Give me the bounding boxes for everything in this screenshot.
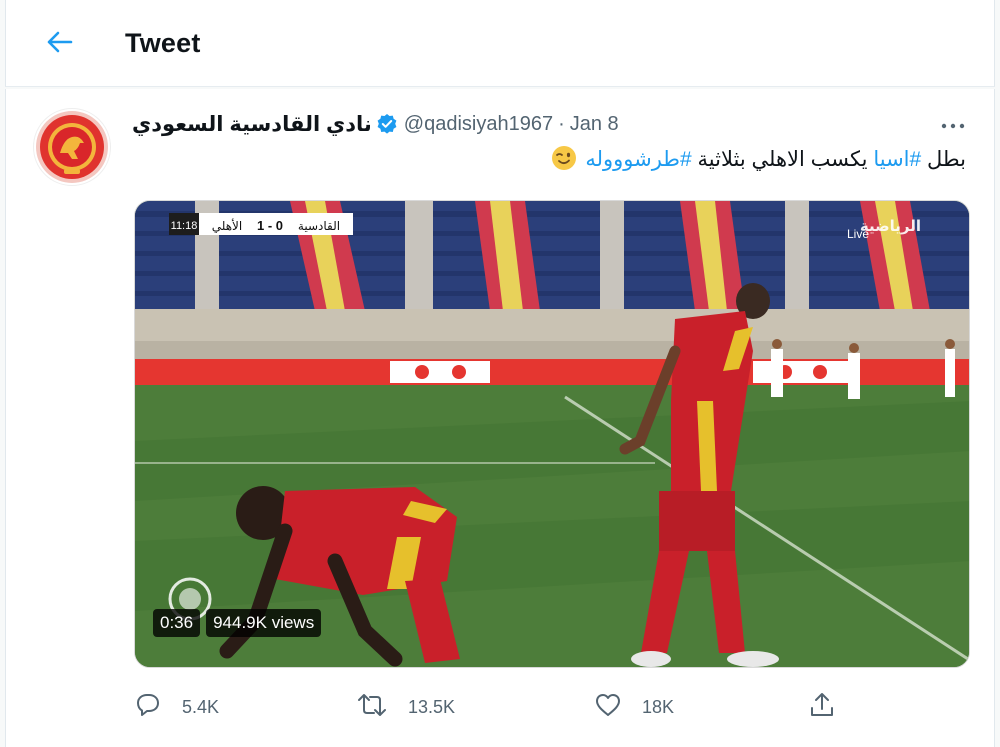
reply-button[interactable]: 5.4K <box>134 689 219 725</box>
broadcaster-logo-text: الرياضية <box>860 217 921 235</box>
scoreboard-away-team: الأهلي <box>212 218 242 233</box>
page-title: Tweet <box>125 28 201 58</box>
retweet-icon <box>356 692 408 723</box>
retweet-button[interactable]: 13.5K <box>356 689 455 725</box>
tweet-author-line: نادي القادسية السعودي @qadisiyah1967 · J… <box>132 109 652 139</box>
top-header: Tweet <box>5 0 995 87</box>
user-handle[interactable]: @qadisiyah1967 <box>404 113 553 136</box>
verified-badge-icon <box>376 113 398 135</box>
like-button[interactable]: 18K <box>594 689 674 725</box>
reply-icon <box>134 692 182 723</box>
more-dots-icon <box>941 116 965 134</box>
share-button[interactable] <box>808 689 856 725</box>
video-view-count: 944.9K views <box>206 609 322 637</box>
video-player[interactable]: 11:18 الأهلي 1 - 0 القادسية Live الرياضي… <box>134 200 970 668</box>
tweet-text-prefix: بطل <box>921 148 966 171</box>
tweet-page: Tweet نادي القادسية السعودي @qadisiyah19… <box>0 0 1000 747</box>
tweet-card: نادي القادسية السعودي @qadisiyah1967 · J… <box>5 89 995 747</box>
back-button[interactable] <box>40 24 80 64</box>
avatar[interactable] <box>33 108 111 186</box>
retweet-count: 13.5K <box>408 696 456 717</box>
arrow-left-icon <box>47 31 73 58</box>
display-name[interactable]: نادي القادسية السعودي <box>132 112 372 137</box>
like-count: 18K <box>642 696 675 717</box>
like-icon <box>594 692 642 723</box>
more-options-button[interactable] <box>936 111 970 139</box>
video-overlay-badges: 0:36 944.9K views <box>153 609 322 637</box>
hashtag-tarshoola-link[interactable]: #طرشوووله <box>585 148 691 171</box>
separator-dot: · <box>558 112 565 135</box>
scoreboard-score: 1 - 0 <box>257 218 283 233</box>
hashtag-asia-link[interactable]: #اسيا <box>873 148 921 171</box>
scoreboard-home-team: القادسية <box>298 219 340 233</box>
tweet-text-middle: يكسب الاهلي بثلاثية <box>691 148 874 171</box>
video-duration: 0:36 <box>153 609 201 637</box>
tweet-action-bar: 5.4K 13.5K 18K <box>134 689 854 729</box>
share-icon <box>808 691 856 724</box>
reply-count: 5.4K <box>182 696 220 717</box>
club-logo-icon <box>36 111 108 183</box>
winking-face-emoji <box>551 145 577 171</box>
video-frame: 11:18 الأهلي 1 - 0 القادسية Live الرياضي… <box>135 201 969 667</box>
tweet-date[interactable]: Jan 8 <box>570 113 619 136</box>
scoreboard-clock: 11:18 <box>171 220 198 232</box>
tweet-text: بطل #اسيا يكسب الاهلي بثلاثية #طرشوووله <box>551 145 966 172</box>
